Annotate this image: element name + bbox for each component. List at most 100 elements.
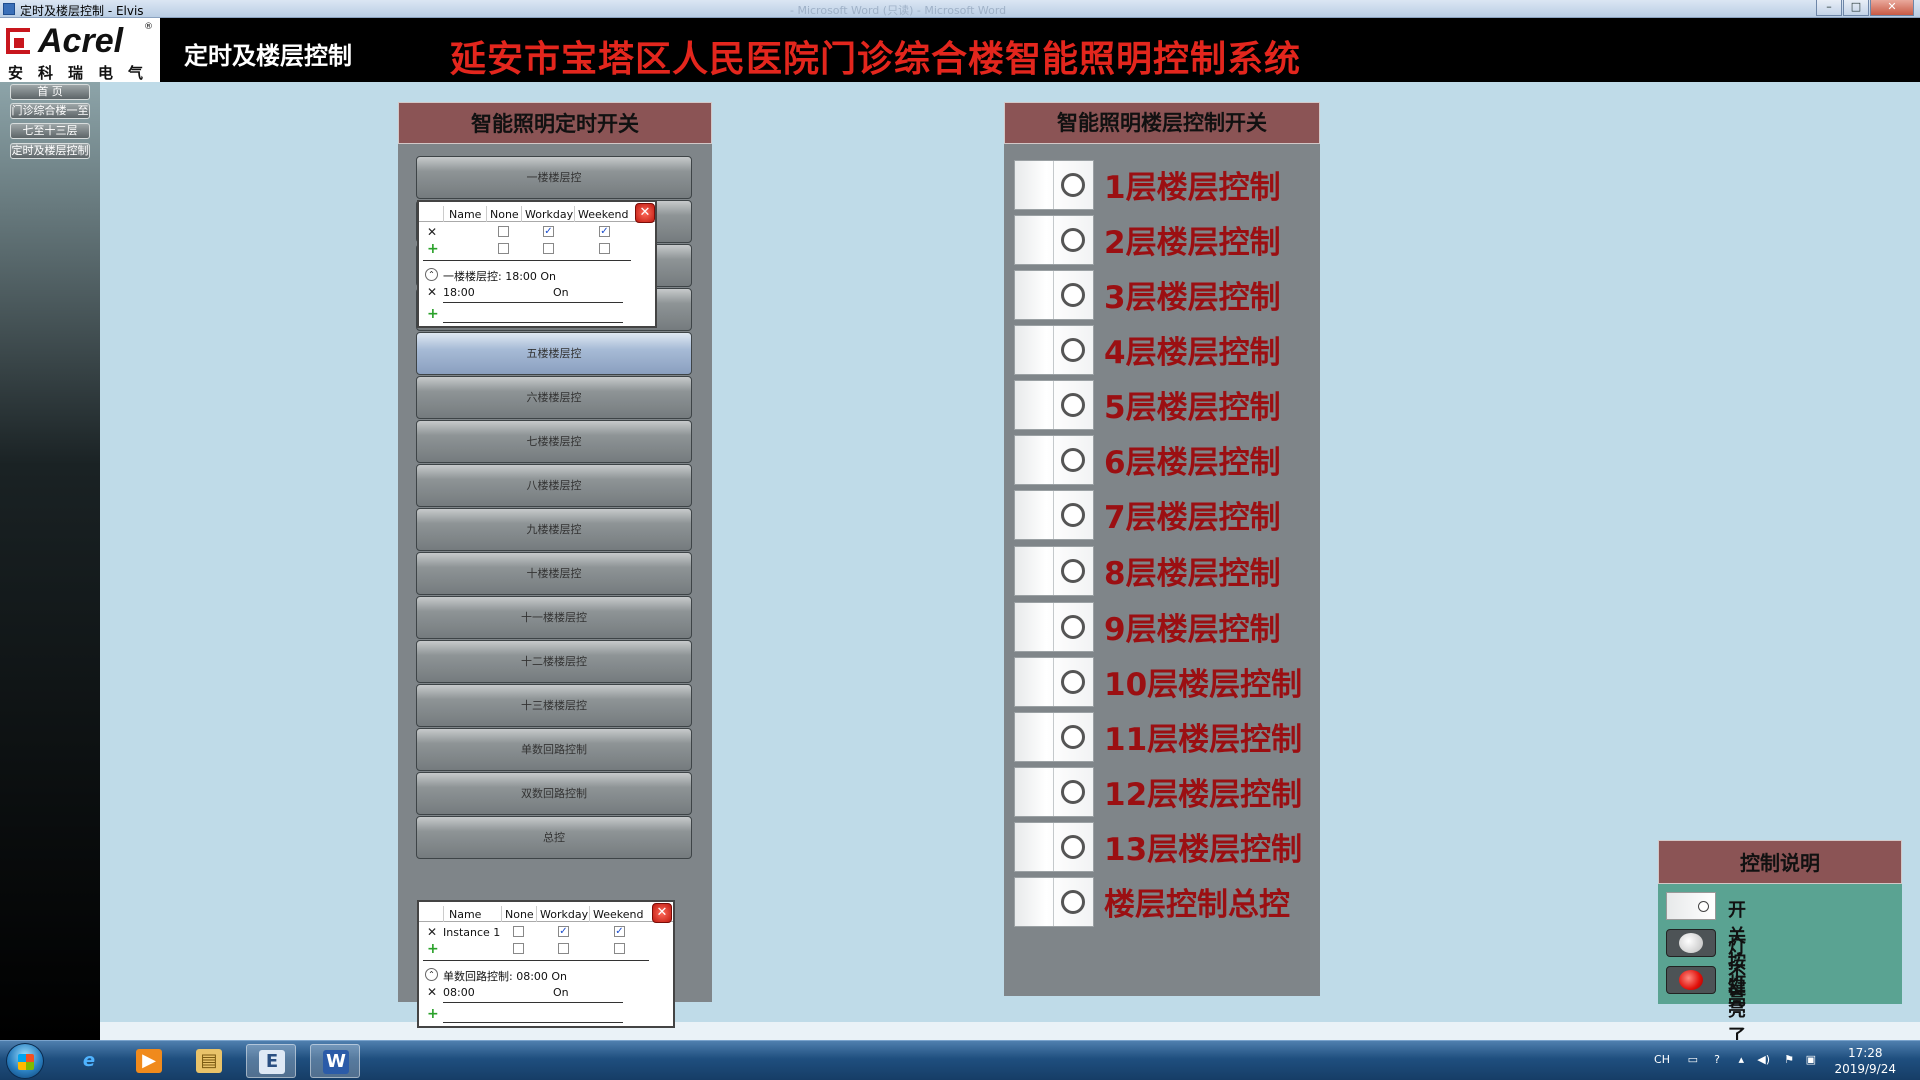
start-button[interactable] <box>6 1043 44 1079</box>
add-entry-icon[interactable]: + <box>427 1007 439 1021</box>
floor-toggle-switch[interactable] <box>1014 877 1094 927</box>
folder-icon[interactable]: ▤ <box>184 1044 234 1078</box>
none-checkbox[interactable] <box>498 243 509 254</box>
workday-checkbox[interactable] <box>558 943 569 954</box>
timer-button[interactable]: 八楼楼层控 <box>416 464 692 507</box>
timer-button[interactable]: 一楼楼层控 <box>416 156 692 199</box>
volume-icon[interactable]: ◀) <box>1757 1053 1770 1066</box>
nav-home[interactable]: 首 页 <box>10 84 90 100</box>
maximize-button[interactable]: □ <box>1843 0 1869 16</box>
toggle-knob-icon <box>1061 503 1085 527</box>
timer-button[interactable]: 总控 <box>416 816 692 859</box>
floor-toggle-switch[interactable] <box>1014 712 1094 762</box>
nav-floors-7-13[interactable]: 七至十三层 <box>10 123 90 139</box>
col-workday: Workday <box>540 908 589 921</box>
delete-row-icon[interactable]: ✕ <box>427 226 439 238</box>
floor-toggle-switch[interactable] <box>1014 490 1094 540</box>
logo-mark-icon <box>6 28 30 54</box>
floor-toggle-switch[interactable] <box>1014 546 1094 596</box>
none-checkbox[interactable] <box>513 943 524 954</box>
toggle-knob-icon <box>1061 283 1085 307</box>
col-weekend: Weekend <box>593 908 644 921</box>
add-row-icon[interactable]: + <box>427 242 439 256</box>
nav-outpatient-floors[interactable]: 门诊综合楼一至 <box>10 103 90 119</box>
floor-toggle-switch[interactable] <box>1014 822 1094 872</box>
floor-panel-title: 智能照明楼层控制开关 <box>1004 102 1320 144</box>
timer-button[interactable]: 十二楼楼层控 <box>416 640 692 683</box>
timer-button[interactable]: 十三楼楼层控 <box>416 684 692 727</box>
schedule-popup-floor1: Name None Workday Weekend ✕ ✕ ✓ ✓ + ⌃ 一楼… <box>417 200 657 328</box>
delete-row-icon[interactable]: ✕ <box>427 926 439 938</box>
collapse-chevron-icon[interactable]: ⌃ <box>425 268 438 281</box>
floor-toggle-switch[interactable] <box>1014 767 1094 817</box>
workday-checkbox[interactable]: ✓ <box>558 926 569 937</box>
weekend-checkbox[interactable] <box>599 243 610 254</box>
entry-state[interactable]: On <box>553 986 569 999</box>
legend-title: 控制说明 <box>1658 840 1902 884</box>
floor-toggle-switch[interactable] <box>1014 270 1094 320</box>
weekend-checkbox[interactable] <box>614 943 625 954</box>
keyboard-icon[interactable]: ▭ <box>1688 1053 1698 1066</box>
entry-time[interactable]: 18:00 <box>443 286 475 299</box>
minimize-button[interactable]: – <box>1816 0 1842 16</box>
network-icon[interactable]: ▣ <box>1806 1053 1816 1066</box>
timer-button[interactable]: 单数回路控制 <box>416 728 692 771</box>
workday-checkbox[interactable]: ✓ <box>543 226 554 237</box>
internet-explorer-icon[interactable]: e <box>64 1044 114 1078</box>
legend-label: 灯亮了 <box>1728 974 1746 1047</box>
word-icon[interactable]: W <box>310 1044 360 1078</box>
floor-control-label: 6层楼层控制 <box>1104 445 1281 481</box>
system-title: 延安市宝塔区人民医院门诊综合楼智能照明控制系统 <box>450 39 1302 80</box>
floor-toggle-switch[interactable] <box>1014 215 1094 265</box>
help-icon[interactable]: ? <box>1714 1053 1720 1066</box>
entry-state[interactable]: On <box>553 286 569 299</box>
instance-name[interactable]: Instance 1 <box>443 926 500 939</box>
media-player-icon[interactable]: ▶ <box>124 1044 174 1078</box>
entry-time[interactable]: 08:00 <box>443 986 475 999</box>
schedule-summary: 单数回路控制: 08:00 On <box>443 970 568 983</box>
timer-button[interactable]: 双数回路控制 <box>416 772 692 815</box>
weekend-checkbox[interactable]: ✓ <box>599 226 610 237</box>
timer-button[interactable]: 五楼楼层控 <box>416 332 692 375</box>
floor-toggle-switch[interactable] <box>1014 435 1094 485</box>
close-button[interactable]: ✕ <box>1870 0 1914 16</box>
window-titlebar: 定时及楼层控制 - Elvis - Microsoft Word (只读) - … <box>0 0 1920 18</box>
nav-timer-floor-control[interactable]: 定时及楼层控制 <box>10 143 90 159</box>
none-checkbox[interactable] <box>498 226 509 237</box>
timer-button[interactable]: 九楼楼层控 <box>416 508 692 551</box>
weekend-checkbox[interactable]: ✓ <box>614 926 625 937</box>
toggle-knob-icon <box>1061 338 1085 362</box>
col-workday: Workday <box>525 208 574 221</box>
floor-control-label: 1层楼层控制 <box>1104 170 1281 206</box>
new-schedule-row: + <box>419 241 655 257</box>
input-language[interactable]: CH <box>1654 1053 1670 1066</box>
timer-button[interactable]: 十楼楼层控 <box>416 552 692 595</box>
toggle-knob-icon <box>1061 890 1085 914</box>
timer-button[interactable]: 六楼楼层控 <box>416 376 692 419</box>
timer-button[interactable]: 十一楼楼层控 <box>416 596 692 639</box>
popup-close-button[interactable]: ✕ <box>652 903 672 923</box>
left-navigation: 首 页 门诊综合楼一至 七至十三层 定时及楼层控制 <box>0 82 100 1040</box>
floor-control-label: 13层楼层控制 <box>1104 832 1303 868</box>
collapse-chevron-icon[interactable]: ⌃ <box>425 968 438 981</box>
delete-entry-icon[interactable]: ✕ <box>427 286 439 298</box>
schedule-popup-odd-circuit: Name None Workday Weekend ✕ ✕ Instance 1… <box>417 900 675 1028</box>
add-entry-icon[interactable]: + <box>427 307 439 321</box>
background-window-title: - Microsoft Word (只读) - Microsoft Word <box>790 4 1007 17</box>
popup-close-button[interactable]: ✕ <box>635 203 655 223</box>
workday-checkbox[interactable] <box>543 243 554 254</box>
schedule-summary: 一楼楼层控: 18:00 On <box>443 270 557 283</box>
add-row-icon[interactable]: + <box>427 942 439 956</box>
floor-toggle-switch[interactable] <box>1014 657 1094 707</box>
none-checkbox[interactable] <box>513 926 524 937</box>
elvis-app-icon[interactable]: E <box>246 1044 296 1078</box>
floor-toggle-switch[interactable] <box>1014 160 1094 210</box>
show-hidden-icons-icon[interactable]: ▴ <box>1738 1053 1744 1066</box>
action-center-flag-icon[interactable]: ⚑ <box>1784 1053 1794 1066</box>
timer-button[interactable]: 七楼楼层控 <box>416 420 692 463</box>
clock[interactable]: 17:28 2019/9/24 <box>1834 1045 1896 1077</box>
floor-toggle-switch[interactable] <box>1014 325 1094 375</box>
delete-entry-icon[interactable]: ✕ <box>427 986 439 998</box>
floor-toggle-switch[interactable] <box>1014 602 1094 652</box>
floor-toggle-switch[interactable] <box>1014 380 1094 430</box>
